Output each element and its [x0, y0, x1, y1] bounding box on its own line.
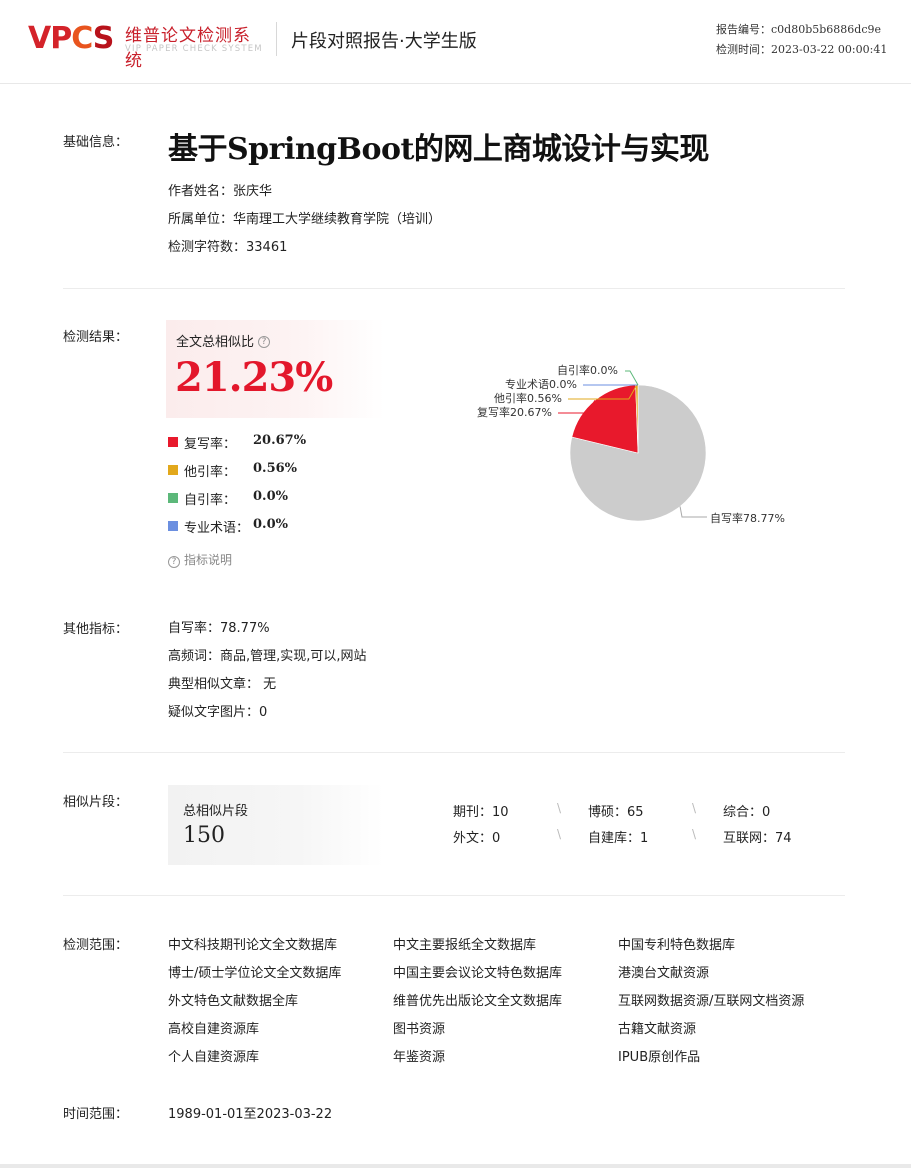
total-segments-box: 总相似片段 150 — [168, 785, 384, 865]
legend-name: 自引率： — [184, 493, 237, 508]
segment-separator: \ — [557, 801, 562, 815]
suspected-text-images: 疑似文字图片：0 — [168, 705, 268, 720]
logo-letter-v: V — [28, 21, 51, 56]
logo-english-name: VIP PAPER CHECK SYSTEM — [125, 44, 263, 54]
scope-item: 中国专利特色数据库 — [618, 938, 736, 953]
document-title: 基于SpringBoot的网上商城设计与实现 — [168, 132, 709, 167]
author-name: 作者姓名：张庆华 — [168, 184, 273, 199]
total-segments-value: 150 — [183, 823, 225, 848]
section-divider — [63, 752, 845, 753]
check-time: 检测时间：2023-03-22 00:00:41 — [716, 43, 888, 56]
scope-item: 外文特色文献数据全库 — [168, 994, 299, 1009]
segment-stat-foreign: 外文：0 — [453, 831, 501, 846]
similarity-pie-chart: 自写率78.77% 复写率20.67%他引率0.56%专业术语0.0%自引率0.0… — [477, 363, 785, 525]
question-circle-icon[interactable]: ? — [258, 336, 271, 348]
pie-leader-line — [625, 370, 639, 386]
vpcs-logo: VPCS 维普论文检测系统 VIP PAPER CHECK SYSTEM — [28, 20, 268, 71]
result-label: 检测结果： — [63, 330, 129, 345]
pie-leader-line — [679, 506, 707, 518]
legend-swatch — [168, 521, 178, 531]
scope-item: 中文科技期刊论文全文数据库 — [168, 938, 338, 953]
legend-name: 专业术语： — [184, 521, 250, 536]
scope-item: 中文主要报纸全文数据库 — [393, 938, 537, 953]
scope-item: 博士/硕士学位论文全文数据库 — [168, 966, 342, 981]
metric-help-link[interactable]: ? 指标说明 — [168, 551, 232, 568]
scope-item: 高校自建资源库 — [168, 1022, 260, 1037]
legend-value: 0.0% — [253, 489, 288, 504]
pie-slice-label: 复写率20.67% — [477, 405, 552, 419]
report-header: VPCS 维普论文检测系统 VIP PAPER CHECK SYSTEM 片段对… — [0, 0, 911, 84]
logo-letter-s: S — [92, 21, 115, 56]
scope-item: 个人自建资源库 — [168, 1050, 260, 1065]
pie-slice-label: 自引率0.0% — [557, 363, 618, 377]
report-meta: 报告编号：c0d80b5b6886dc9e 检测时间：2023-03-22 00… — [716, 20, 887, 60]
time-range-label: 时间范围： — [63, 1107, 129, 1122]
typical-similar-articles: 典型相似文章： 无 — [168, 677, 277, 692]
question-circle-icon: ? — [168, 556, 180, 568]
scope-item: 年鉴资源 — [393, 1050, 446, 1065]
total-similarity-label: 全文总相似比? — [176, 331, 271, 350]
scope-item: 中国主要会议论文特色数据库 — [393, 966, 563, 981]
legend-value: 0.56% — [253, 461, 298, 476]
scope-item: 图书资源 — [393, 1022, 446, 1037]
report-number: 报告编号：c0d80b5b6886dc9e — [716, 23, 881, 36]
segment-separator: \ — [692, 801, 697, 815]
total-similarity-box: 全文总相似比? 21.23% — [166, 320, 384, 418]
basic-info-label: 基础信息： — [63, 135, 129, 150]
scope-item: 古籍文献资源 — [618, 1022, 697, 1037]
legend-swatch — [168, 493, 178, 503]
segment-separator: \ — [692, 827, 697, 841]
author-unit: 所属单位：华南理工大学继续教育学院（培训） — [168, 212, 442, 227]
legend-swatch — [168, 437, 178, 447]
similar-segments-label: 相似片段： — [63, 795, 129, 810]
scope-item: 维普优先出版论文全文数据库 — [393, 994, 563, 1009]
legend-value: 20.67% — [253, 433, 307, 448]
char-count: 检测字符数：33461 — [168, 240, 288, 255]
logo-letter-c: C — [71, 21, 94, 56]
segment-stat-thesis: 博硕：65 — [588, 805, 644, 820]
segment-stat-journal: 期刊：10 — [453, 805, 509, 820]
legend-name: 他引率： — [184, 465, 237, 480]
self-write-rate: 自写率：78.77% — [168, 621, 270, 636]
pie-slice-label: 自写率78.77% — [710, 511, 785, 525]
scope-item: 港澳台文献资源 — [618, 966, 710, 981]
metric-help-text: 指标说明 — [184, 553, 233, 567]
pie-slice-label: 专业术语0.0% — [505, 377, 577, 391]
page-bottom-border — [0, 1164, 911, 1168]
check-scope-label: 检测范围： — [63, 938, 129, 953]
logo-letter-p: P — [50, 21, 72, 56]
scope-item: 互联网数据资源/互联网文档资源 — [618, 994, 805, 1009]
header-divider — [276, 22, 277, 56]
time-range-value: 1989-01-01至2023-03-22 — [168, 1107, 333, 1122]
high-frequency-words: 高频词：商品,管理,实现,可以,网站 — [168, 649, 367, 664]
segment-stat-internet: 互联网：74 — [723, 831, 792, 846]
pie-slice-label: 他引率0.56% — [494, 391, 562, 405]
logo-mark: VPCS — [28, 20, 115, 58]
segment-stat-comprehensive: 综合：0 — [723, 805, 771, 820]
legend-name: 复写率： — [184, 437, 237, 452]
report-type-title: 片段对照报告·大学生版 — [291, 31, 477, 52]
other-metrics-label: 其他指标： — [63, 622, 129, 637]
similarity-label-text: 全文总相似比 — [176, 335, 255, 350]
section-divider — [63, 895, 845, 896]
segment-separator: \ — [557, 827, 562, 841]
legend-swatch — [168, 465, 178, 475]
legend-value: 0.0% — [253, 517, 288, 532]
scope-item: IPUB原创作品 — [618, 1050, 701, 1065]
total-similarity-value: 21.23% — [175, 354, 333, 401]
section-divider — [63, 288, 845, 289]
segment-stat-self-built: 自建库：1 — [588, 831, 649, 846]
total-segments-label: 总相似片段 — [183, 804, 249, 819]
